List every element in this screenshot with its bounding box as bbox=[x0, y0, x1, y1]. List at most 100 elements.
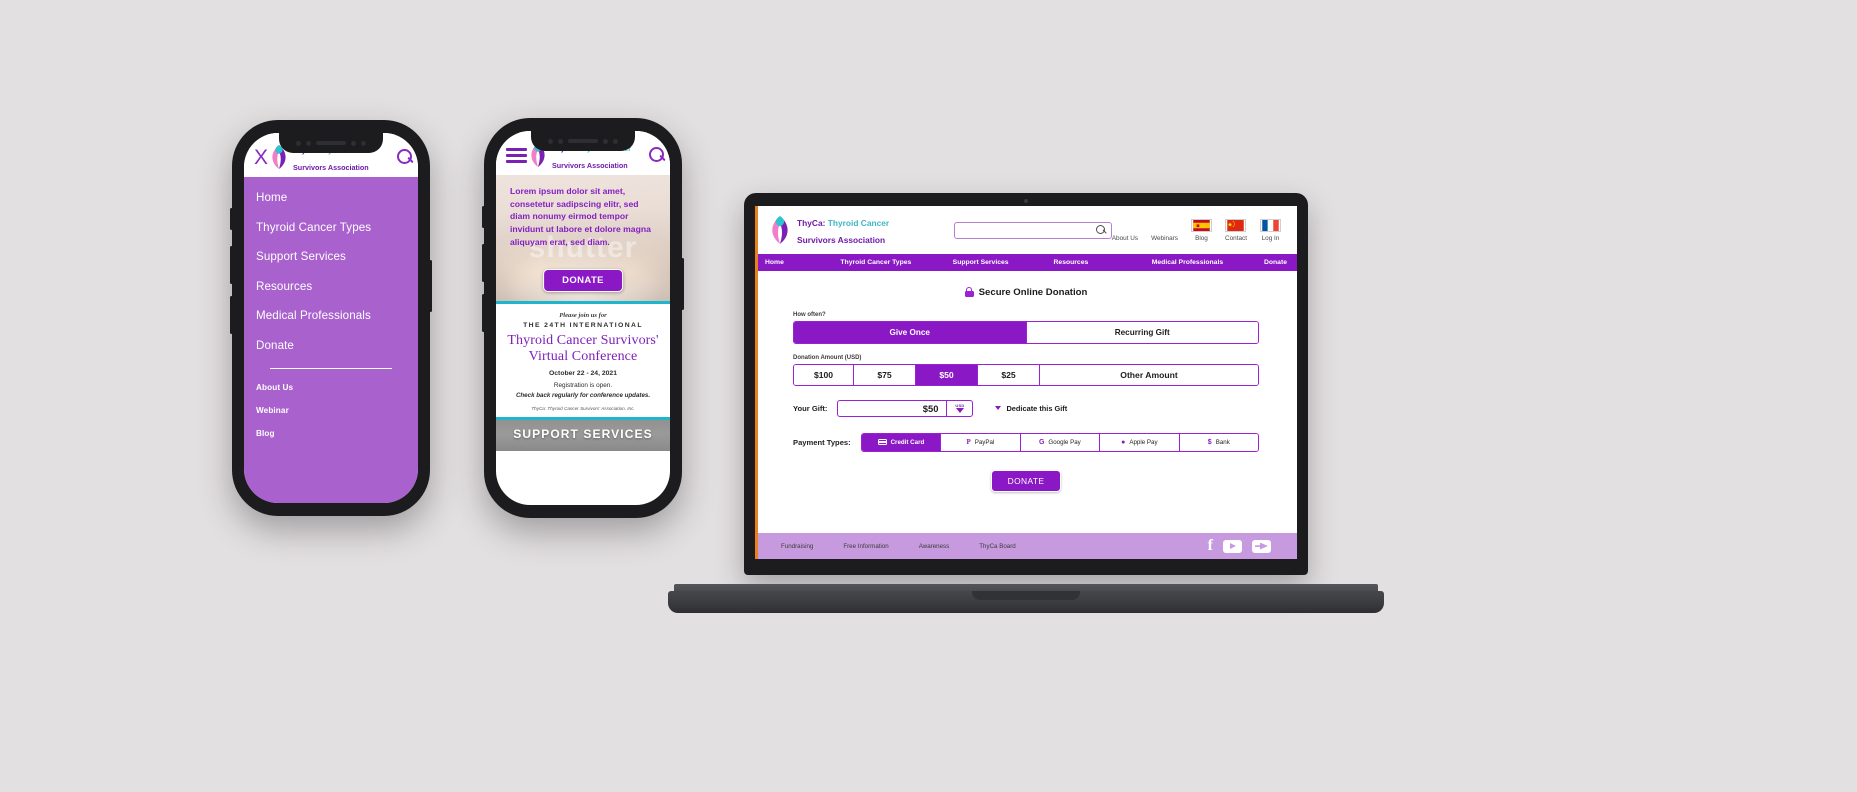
footer-link-free-information[interactable]: Free Information bbox=[843, 543, 888, 550]
flyer-title-line1: Thyroid Cancer Survivors' bbox=[507, 333, 659, 348]
gift-amount-value: $50 bbox=[922, 402, 939, 414]
hamburger-icon[interactable] bbox=[506, 147, 527, 163]
phone-volume-up-button bbox=[230, 246, 233, 284]
sidebar-item-support-services[interactable]: Support Services bbox=[256, 250, 406, 263]
close-menu-icon[interactable]: X bbox=[254, 147, 268, 168]
sidebar-item-donate[interactable]: Donate bbox=[256, 339, 406, 352]
sidebar-item-thyroid-cancer-types[interactable]: Thyroid Cancer Types bbox=[256, 221, 406, 234]
amount-option-50[interactable]: $50 bbox=[916, 364, 978, 385]
credit-card-icon bbox=[877, 438, 887, 446]
earpiece-speaker bbox=[316, 141, 346, 145]
utility-link-label: Blog bbox=[1195, 234, 1208, 242]
site-logo[interactable]: ThyCa: Thyroid Cancer Survivors Associat… bbox=[767, 213, 934, 248]
nav-item-thyroid-cancer-types[interactable]: Thyroid Cancer Types bbox=[840, 259, 952, 266]
utility-link-label: About Us bbox=[1111, 234, 1139, 242]
amount-option-other[interactable]: Other Amount bbox=[1040, 364, 1258, 385]
footer-link-awareness[interactable]: Awareness bbox=[919, 543, 950, 550]
thyca-ribbon-icon bbox=[767, 215, 793, 245]
sensor3-icon bbox=[361, 140, 366, 146]
logo-tagline-2: Survivors Association bbox=[293, 163, 369, 172]
sidebar-item-blog[interactable]: Blog bbox=[256, 429, 406, 438]
nav-item-home[interactable]: Home bbox=[765, 259, 840, 266]
site-logo-text: ThyCa: Thyroid Cancer Survivors Associat… bbox=[797, 213, 934, 248]
mobile-page-body: shutter Lorem ipsum dolor sit amet, cons… bbox=[496, 175, 670, 505]
mobile-nav-menu: Home Thyroid Cancer Types Support Servic… bbox=[244, 177, 418, 503]
lock-icon bbox=[964, 287, 974, 298]
support-services-banner[interactable]: SUPPORT SERVICES bbox=[496, 417, 670, 452]
footer-link-fundraising[interactable]: Fundraising bbox=[781, 543, 813, 550]
amount-option-75[interactable]: $75 bbox=[854, 364, 916, 385]
laptop-device: ThyCa: Thyroid Cancer Survivors Associat… bbox=[668, 193, 1384, 613]
dedicate-gift-toggle[interactable]: Dedicate this Gift bbox=[995, 404, 1067, 413]
search-icon[interactable] bbox=[396, 149, 413, 165]
flyer-kicker: THE 24TH INTERNATIONAL bbox=[523, 322, 643, 329]
sidebar-item-resources[interactable]: Resources bbox=[256, 280, 406, 293]
utility-link-log-in[interactable]: Log In bbox=[1260, 218, 1281, 242]
flyer-join-line: Please join us for bbox=[559, 312, 607, 319]
search-icon[interactable] bbox=[1095, 225, 1106, 235]
frequency-option-give-once[interactable]: Give Once bbox=[794, 321, 1027, 343]
sensor2-icon bbox=[603, 138, 608, 144]
phone-screen-menu: X ThyCa: Thyroid Cancer Survivors A bbox=[244, 133, 418, 503]
laptop-lid: ThyCa: Thyroid Cancer Survivors Associat… bbox=[744, 193, 1308, 575]
how-often-label: How often? bbox=[793, 311, 826, 318]
china-flag-icon[interactable] bbox=[1225, 218, 1247, 232]
phone-power-button bbox=[429, 260, 432, 312]
facebook-icon[interactable]: f bbox=[1208, 538, 1213, 554]
sidebar-item-webinar[interactable]: Webinar bbox=[256, 406, 406, 415]
utility-link-about-us[interactable]: About Us bbox=[1112, 235, 1138, 242]
flyer-title-line2: Virtual Conference bbox=[528, 348, 638, 364]
amount-option-25[interactable]: $25 bbox=[978, 364, 1040, 385]
payment-option-paypal[interactable]: P PayPal bbox=[941, 433, 1021, 451]
utility-link-blog[interactable]: Blog bbox=[1190, 218, 1212, 242]
hero-donate-button[interactable]: DONATE bbox=[543, 269, 623, 292]
search-input[interactable] bbox=[953, 221, 1112, 239]
payment-types-label: Payment Types: bbox=[793, 437, 851, 447]
laptop-base-notch bbox=[972, 591, 1080, 600]
spain-flag-icon[interactable] bbox=[1190, 218, 1212, 232]
payment-type-selector: Credit Card P PayPal G Google Pay ● Appl… bbox=[860, 432, 1259, 452]
logo-tagline-2: Survivors Association bbox=[552, 161, 628, 170]
payment-option-google-pay[interactable]: G Google Pay bbox=[1020, 433, 1101, 451]
payment-option-credit-card[interactable]: Credit Card bbox=[861, 433, 942, 451]
donate-button[interactable]: DONATE bbox=[990, 469, 1062, 492]
nav-item-medical-professionals[interactable]: Medical Professionals bbox=[1152, 259, 1264, 266]
hero-section: shutter Lorem ipsum dolor sit amet, cons… bbox=[496, 175, 670, 301]
payment-option-apple-pay[interactable]: ● Apple Pay bbox=[1100, 433, 1180, 451]
search-icon[interactable] bbox=[649, 147, 664, 163]
utility-nav: About Us Webinars Blog Contact Log In bbox=[1112, 218, 1285, 242]
sidebar-item-about-us[interactable]: About Us bbox=[256, 383, 406, 392]
frequency-option-recurring-gift[interactable]: Recurring Gift bbox=[1026, 321, 1258, 343]
nav-item-donate[interactable]: Donate bbox=[1264, 259, 1287, 266]
frequency-selector: Give Once Recurring Gift bbox=[793, 320, 1259, 344]
footer-link-thyca-board[interactable]: ThyCa Board bbox=[979, 543, 1015, 550]
front-camera-icon bbox=[548, 138, 553, 144]
donation-amount-label: Donation Amount (USD) bbox=[793, 354, 862, 361]
amount-option-100[interactable]: $100 bbox=[794, 364, 854, 385]
sensor-icon bbox=[558, 138, 563, 144]
currency-select[interactable]: USD bbox=[946, 400, 972, 416]
utility-link-contact[interactable]: Contact bbox=[1225, 218, 1247, 242]
nav-item-support-services[interactable]: Support Services bbox=[953, 259, 1054, 266]
sidebar-item-home[interactable]: Home bbox=[256, 191, 406, 204]
payment-option-label: PayPal bbox=[974, 438, 995, 446]
payment-option-bank[interactable]: $ Bank bbox=[1179, 433, 1258, 451]
mockup-stage: X ThyCa: Thyroid Cancer Survivors A bbox=[0, 0, 1857, 792]
social-links: f bbox=[1208, 538, 1271, 554]
france-flag-icon[interactable] bbox=[1260, 218, 1281, 232]
youtube-icon[interactable] bbox=[1223, 539, 1242, 553]
page-title: Secure Online Donation bbox=[793, 287, 1259, 298]
twitter-icon[interactable] bbox=[1252, 539, 1271, 553]
phone2-mute-switch bbox=[482, 206, 485, 228]
earpiece-speaker bbox=[568, 139, 598, 143]
dedicate-gift-label: Dedicate this Gift bbox=[1006, 403, 1068, 413]
utility-link-webinars[interactable]: Webinars bbox=[1151, 235, 1178, 242]
desktop-main-nav: Home Thyroid Cancer Types Support Servic… bbox=[755, 253, 1297, 271]
phone-device-content: ThyCa: Thyroid Cancer Survivors Associat… bbox=[482, 118, 684, 518]
phone-mute-switch bbox=[230, 208, 233, 230]
sidebar-item-medical-professionals[interactable]: Medical Professionals bbox=[256, 309, 406, 322]
gift-amount-input[interactable]: $50 USD bbox=[837, 399, 974, 417]
utility-link-label: Webinars bbox=[1151, 234, 1178, 242]
desktop-site-header: ThyCa: Thyroid Cancer Survivors Associat… bbox=[755, 206, 1297, 254]
nav-item-resources[interactable]: Resources bbox=[1054, 259, 1152, 266]
